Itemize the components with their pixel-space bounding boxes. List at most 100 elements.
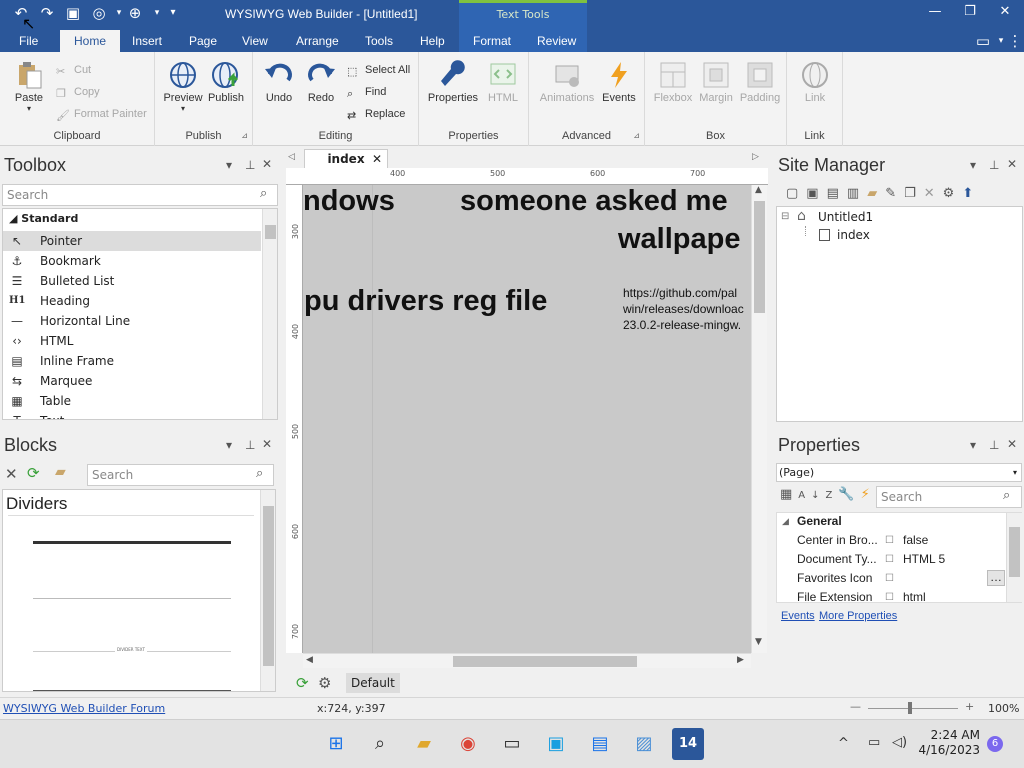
tool-inline-frame[interactable]: ▤ Inline Frame (3, 351, 261, 371)
tab-view[interactable]: View (242, 30, 268, 52)
divider-block-bottom[interactable] (33, 690, 231, 691)
notification-badge[interactable]: 6 (987, 736, 1003, 752)
toolbox-category-standard[interactable]: ◢ Standard (9, 212, 78, 225)
tree-page-index[interactable]: index (837, 228, 870, 242)
doc-tab-index[interactable]: index ✕ (304, 149, 388, 168)
canvas-text-someone-asked[interactable]: someone asked me (460, 185, 728, 218)
prop-row-favicon[interactable]: Favorites Icon ☐… (797, 569, 1007, 588)
tab-file[interactable]: File (19, 30, 38, 52)
canvas-text-wallpaper[interactable]: wallpape (618, 223, 741, 256)
canvas-text-ndows[interactable]: ndows (303, 185, 395, 218)
link-button[interactable]: Link (795, 60, 835, 104)
paste-dropdown-icon[interactable]: ▾ (8, 104, 50, 113)
find-button[interactable]: ⌕ Find (347, 86, 386, 100)
prop-row-extension[interactable]: File Extension ☐ html (797, 588, 1007, 607)
property-events-icon[interactable]: ⚡ (861, 487, 876, 502)
search-taskbar-icon[interactable]: ⌕ (364, 728, 396, 760)
blocks-folder-icon[interactable]: ▰ (55, 464, 66, 480)
zoom-slider[interactable] (868, 708, 958, 709)
wysiwyg-builder-taskbar-icon[interactable]: 14 (672, 728, 704, 760)
notepad-icon[interactable]: ▤ (584, 728, 616, 760)
properties-object-select[interactable]: (Page) ▾ (776, 463, 1022, 482)
browse-button[interactable]: … (987, 570, 1005, 586)
close-window-button[interactable]: ✕ (990, 4, 1020, 22)
zoom-slider-thumb[interactable] (908, 702, 912, 714)
divider-block-thin[interactable] (33, 598, 231, 599)
toolbox-search-icon[interactable]: ⌕ (260, 186, 267, 201)
forum-link[interactable]: WYSIWYG Web Builder Forum (3, 702, 165, 715)
tab-arrange[interactable]: Arrange (296, 30, 339, 52)
toolbox-menu-icon[interactable]: ▾ (226, 158, 232, 172)
group-collapse-icon[interactable]: ◢ (782, 517, 789, 527)
tab-insert[interactable]: Insert (132, 30, 162, 52)
zoom-in-icon[interactable]: + (965, 700, 974, 713)
maximize-button[interactable]: ❐ (955, 4, 985, 22)
open-folder-icon[interactable]: ▰ (867, 186, 885, 201)
site-manager-menu-icon[interactable]: ▾ (970, 158, 976, 172)
events-button[interactable]: Events (599, 60, 639, 104)
blocks-scrollbar[interactable] (260, 490, 275, 691)
events-link[interactable]: Events (781, 610, 815, 622)
volume-icon[interactable]: ◁) (892, 735, 907, 750)
preview-icon[interactable]: ◎ (88, 2, 110, 24)
network-icon[interactable]: ▭ (868, 735, 880, 750)
tree-root-untitled1[interactable]: Untitled1 (818, 210, 873, 224)
properties-button[interactable]: Properties (425, 60, 481, 104)
page-properties-icon[interactable]: ▤ (827, 186, 847, 201)
tree-collapse-icon[interactable]: ⊟ (781, 211, 789, 222)
layout-default-tab[interactable]: Default (346, 673, 400, 693)
margin-button[interactable]: Margin (695, 60, 737, 104)
padding-button[interactable]: Padding (737, 60, 783, 104)
canvas-link-text[interactable]: https://github.com/pal win/releases/down… (623, 285, 744, 333)
properties-search-input[interactable]: Search (876, 486, 1022, 508)
properties-close-icon[interactable]: ✕ (1007, 437, 1017, 451)
blocks-search-input[interactable]: Search (87, 464, 274, 486)
cut-button[interactable]: ✂ Cut (56, 64, 91, 78)
blocks-refresh-icon[interactable]: ⟳ (27, 464, 40, 482)
publish-launcher-icon[interactable]: ⊿ (241, 131, 248, 140)
customize-quick-access-icon[interactable]: ▾ (162, 2, 184, 24)
redo-button[interactable]: Redo (301, 60, 341, 104)
blocks-close-icon[interactable]: ✕ (262, 437, 272, 451)
save-icon[interactable]: ▣ (62, 2, 84, 24)
doc-scroll-left-icon[interactable]: ◁ (288, 152, 295, 162)
toolbox-search-input[interactable]: Search (2, 184, 278, 206)
layout-settings-icon[interactable]: ⚙ (318, 674, 331, 692)
toolbox-pin-icon[interactable]: ⊥ (245, 158, 255, 172)
publish-button[interactable]: Publish (205, 60, 247, 104)
terminal-icon[interactable]: ▭ (496, 728, 528, 760)
tool-horizontal-line[interactable]: — Horizontal Line (3, 311, 261, 331)
minimize-button[interactable]: — (920, 4, 950, 22)
toolbox-close-icon[interactable]: ✕ (262, 157, 272, 171)
duplicate-page-icon[interactable]: ❐ (904, 186, 924, 201)
ribbon-options-icon[interactable]: ⋮ (1004, 30, 1024, 52)
publish-icon[interactable]: ⊕ (124, 2, 146, 24)
more-properties-link[interactable]: More Properties (819, 610, 897, 622)
sort-az-icon[interactable]: A↓Z (798, 490, 838, 501)
tool-table[interactable]: ▦ Table (3, 391, 261, 411)
tool-heading[interactable]: H1 Heading (3, 291, 261, 311)
property-group-general[interactable]: General (797, 514, 842, 528)
advanced-launcher-icon[interactable]: ⊿ (633, 131, 640, 140)
tab-page[interactable]: Page (189, 30, 217, 52)
new-page-icon[interactable]: ▢ (786, 186, 806, 201)
add-layout-icon[interactable]: ⟳ (296, 674, 309, 692)
page-settings-icon[interactable]: ▥ (847, 186, 867, 201)
tab-format[interactable]: Format (473, 30, 511, 52)
blocks-delete-icon[interactable]: ✕ (5, 465, 18, 483)
canvas-vertical-scrollbar[interactable]: ▲ ▼ (751, 185, 767, 653)
manager-options-icon[interactable]: ⚙ (943, 186, 963, 201)
tab-tools[interactable]: Tools (365, 30, 393, 52)
format-painter-button[interactable]: 🖌 Format Painter (56, 108, 147, 122)
blocks-pin-icon[interactable]: ⊥ (245, 438, 255, 452)
move-up-icon[interactable]: ⬆ (962, 186, 981, 201)
redo-icon[interactable]: ↷ (36, 2, 58, 24)
file-explorer-icon[interactable]: ▰ (408, 728, 440, 760)
paste-button[interactable]: Paste ▾ (8, 60, 50, 113)
tab-home[interactable]: Home (60, 30, 121, 52)
site-manager-pin-icon[interactable]: ⊥ (989, 158, 999, 172)
tool-marquee[interactable]: ⇆ Marquee (3, 371, 261, 391)
properties-menu-icon[interactable]: ▾ (970, 438, 976, 452)
tab-help[interactable]: Help (420, 30, 445, 52)
copy-button[interactable]: ❐ Copy (56, 86, 100, 100)
